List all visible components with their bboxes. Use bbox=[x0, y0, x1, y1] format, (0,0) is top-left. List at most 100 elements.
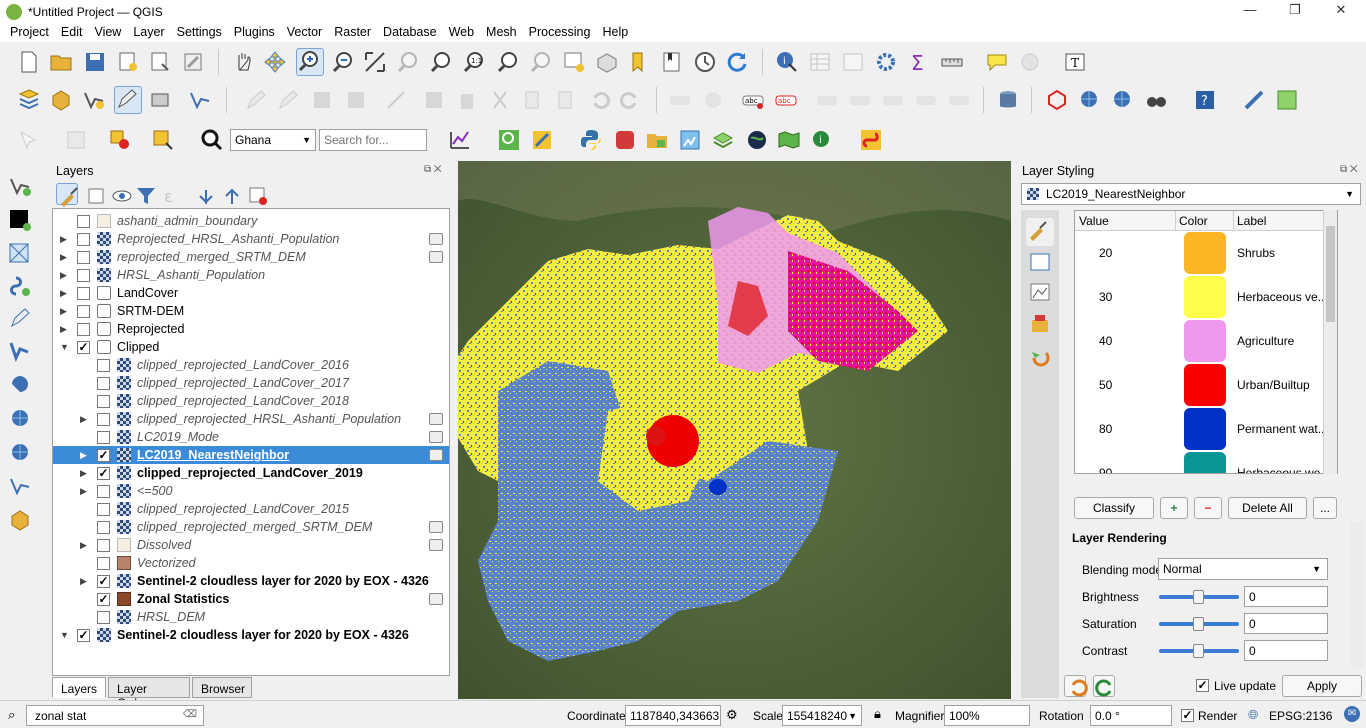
modify-attributes-icon[interactable] bbox=[422, 88, 446, 112]
expand-arrow-icon[interactable]: ▶ bbox=[60, 306, 68, 316]
plugin-tool-icon[interactable] bbox=[1242, 88, 1266, 112]
class-color-swatch[interactable] bbox=[1184, 452, 1226, 473]
rendering-tab-icon[interactable] bbox=[1028, 312, 1052, 336]
class-row[interactable]: 30 Herbaceous ve... bbox=[1075, 276, 1337, 320]
layer-visibility-checkbox[interactable] bbox=[97, 395, 110, 408]
crs-globe-icon[interactable]: 🌐︎ bbox=[1248, 707, 1258, 723]
layer-row[interactable]: ▶ HRSL_Ashanti_Population bbox=[53, 266, 449, 284]
expand-arrow-icon[interactable]: ▶ bbox=[80, 576, 88, 586]
brightness-slider-handle[interactable] bbox=[1193, 590, 1204, 604]
zoom-in-icon[interactable] bbox=[296, 48, 324, 76]
menu-database[interactable]: Database bbox=[377, 24, 443, 42]
class-color-swatch[interactable] bbox=[1184, 320, 1226, 362]
class-color-swatch[interactable] bbox=[1184, 232, 1226, 274]
rotation-spinbox[interactable]: 0.0 ° bbox=[1090, 705, 1172, 726]
toggle-editing-icon[interactable] bbox=[114, 86, 142, 114]
collapse-arrow-icon[interactable]: ▼ bbox=[60, 342, 69, 352]
show-bookmarks-icon[interactable] bbox=[660, 50, 684, 74]
render-checkbox[interactable]: ✓ bbox=[1181, 709, 1194, 722]
class-row[interactable]: 40 Agriculture bbox=[1075, 320, 1337, 364]
tab-layer-order[interactable]: Layer Order bbox=[108, 677, 190, 710]
select-by-value-icon[interactable] bbox=[64, 128, 88, 152]
collapse-arrow-icon[interactable]: ▼ bbox=[60, 630, 69, 640]
layer-visibility-checkbox[interactable] bbox=[97, 377, 110, 390]
classes-scrollbar[interactable] bbox=[1323, 210, 1337, 474]
calculator-plugin-icon[interactable] bbox=[530, 128, 554, 152]
layer-visibility-checkbox[interactable] bbox=[77, 215, 90, 228]
expand-arrow-icon[interactable]: ▶ bbox=[60, 270, 68, 280]
layer-row[interactable]: ▶ clipped_reprojected_HRSL_Ashanti_Popula… bbox=[53, 410, 449, 428]
add-delimited-text-icon[interactable] bbox=[8, 274, 32, 298]
new-geopackage-layer-icon[interactable] bbox=[49, 88, 73, 112]
class-color-swatch[interactable] bbox=[1184, 276, 1226, 318]
show-hide-labels-icon[interactable] bbox=[848, 88, 872, 112]
menu-settings[interactable]: Settings bbox=[171, 24, 228, 42]
layer-row[interactable]: clipped_reprojected_LandCover_2018 bbox=[53, 392, 449, 410]
layer-visibility-checkbox[interactable]: ✓ bbox=[97, 575, 110, 588]
tab-browser[interactable]: Browser bbox=[192, 677, 252, 698]
styling-layer-combo[interactable]: LC2019_NearestNeighbor ▼ bbox=[1021, 183, 1361, 205]
expand-arrow-icon[interactable]: ▶ bbox=[80, 414, 88, 424]
layer-visibility-checkbox[interactable] bbox=[97, 539, 110, 552]
text-annotation-icon[interactable]: T bbox=[1063, 50, 1087, 74]
georeferencer-icon[interactable] bbox=[678, 128, 702, 152]
layer-row[interactable]: ▶ reprojected_merged_SRTM_DEM bbox=[53, 248, 449, 266]
add-vector-tile-icon[interactable] bbox=[8, 474, 32, 498]
class-color-swatch[interactable] bbox=[1184, 364, 1226, 406]
diagram-tool-icon[interactable] bbox=[701, 88, 725, 112]
pan-map-icon[interactable] bbox=[231, 50, 255, 74]
class-row[interactable]: 80 Permanent wat... bbox=[1075, 408, 1337, 452]
class-row[interactable]: 90 Herbaceous we... bbox=[1075, 452, 1337, 473]
layer-visibility-checkbox[interactable]: ✓ bbox=[77, 341, 90, 354]
remove-layer-icon[interactable] bbox=[246, 184, 267, 205]
layer-visibility-checkbox[interactable] bbox=[97, 521, 110, 534]
layer-row[interactable]: ashanti_admin_boundary bbox=[53, 212, 449, 230]
change-label-icon[interactable] bbox=[947, 88, 971, 112]
layer-row[interactable]: Vectorized bbox=[53, 554, 449, 572]
filter-legend-icon[interactable] bbox=[134, 184, 155, 204]
add-vector-layer-icon[interactable] bbox=[8, 174, 32, 198]
layer-row[interactable]: LC2019_Mode bbox=[53, 428, 449, 446]
layer-labeling-red-icon[interactable]: abc bbox=[774, 88, 798, 112]
history-tab-icon[interactable] bbox=[1028, 344, 1052, 368]
menu-mesh[interactable]: Mesh bbox=[480, 24, 523, 42]
layer-row[interactable]: clipped_reprojected_LandCover_2016 bbox=[53, 356, 449, 374]
layer-visibility-checkbox[interactable] bbox=[97, 557, 110, 570]
new-map-view-icon[interactable] bbox=[562, 50, 586, 74]
layer-visibility-checkbox[interactable]: ✓ bbox=[77, 629, 90, 642]
transparency-tab-icon[interactable] bbox=[1028, 250, 1052, 274]
layer-visibility-checkbox[interactable] bbox=[97, 611, 110, 624]
help-contents-icon[interactable]: ? bbox=[1193, 88, 1217, 112]
styling-dock-buttons-icon[interactable]: ⧉ ✕ bbox=[1340, 164, 1362, 176]
layer-visibility-checkbox[interactable]: ✓ bbox=[97, 467, 110, 480]
zoom-next-icon[interactable] bbox=[529, 50, 553, 74]
collapse-all-icon[interactable] bbox=[220, 184, 240, 204]
move-label-icon[interactable] bbox=[881, 88, 905, 112]
statistical-summary-icon[interactable]: Σ bbox=[907, 50, 931, 75]
locator-combo[interactable]: Ghana ▼ bbox=[230, 129, 316, 151]
deselect-features-icon[interactable] bbox=[108, 128, 132, 152]
layer-row[interactable]: ▶ Dissolved bbox=[53, 536, 449, 554]
symbology-tab-icon[interactable] bbox=[1026, 218, 1054, 246]
layer-row[interactable]: ▶ Reprojected_HRSL_Ashanti_Population bbox=[53, 230, 449, 248]
dock-float-close-icon[interactable]: ⧉ ✕ bbox=[424, 164, 446, 176]
layer-visibility-checkbox[interactable] bbox=[77, 233, 90, 246]
add-postgis-icon[interactable] bbox=[8, 306, 32, 330]
cut-features-icon[interactable] bbox=[488, 88, 512, 112]
info-plugin-icon[interactable]: i bbox=[810, 128, 834, 152]
pan-to-selection-icon[interactable] bbox=[263, 50, 287, 74]
layer-row[interactable]: clipped_reprojected_merged_SRTM_DEM bbox=[53, 518, 449, 536]
zoom-out-icon[interactable] bbox=[331, 50, 355, 74]
rotate-label-icon[interactable] bbox=[914, 88, 938, 112]
menu-layer[interactable]: Layer bbox=[127, 24, 170, 42]
hook-plugin-icon[interactable] bbox=[859, 128, 883, 152]
annotation-tools-icon[interactable] bbox=[1018, 50, 1042, 74]
firefox-plugin-icon[interactable] bbox=[613, 128, 637, 152]
zoom-native-icon[interactable]: 1:1 bbox=[462, 50, 486, 74]
layer-row[interactable]: clipped_reprojected_LandCover_2015 bbox=[53, 500, 449, 518]
expand-arrow-icon[interactable]: ▶ bbox=[60, 324, 68, 334]
expand-arrow-icon[interactable]: ▶ bbox=[80, 450, 88, 460]
new-project-icon[interactable] bbox=[17, 50, 41, 74]
temporal-controller-icon[interactable] bbox=[693, 50, 717, 74]
minimize-button[interactable]: — bbox=[1240, 2, 1260, 22]
